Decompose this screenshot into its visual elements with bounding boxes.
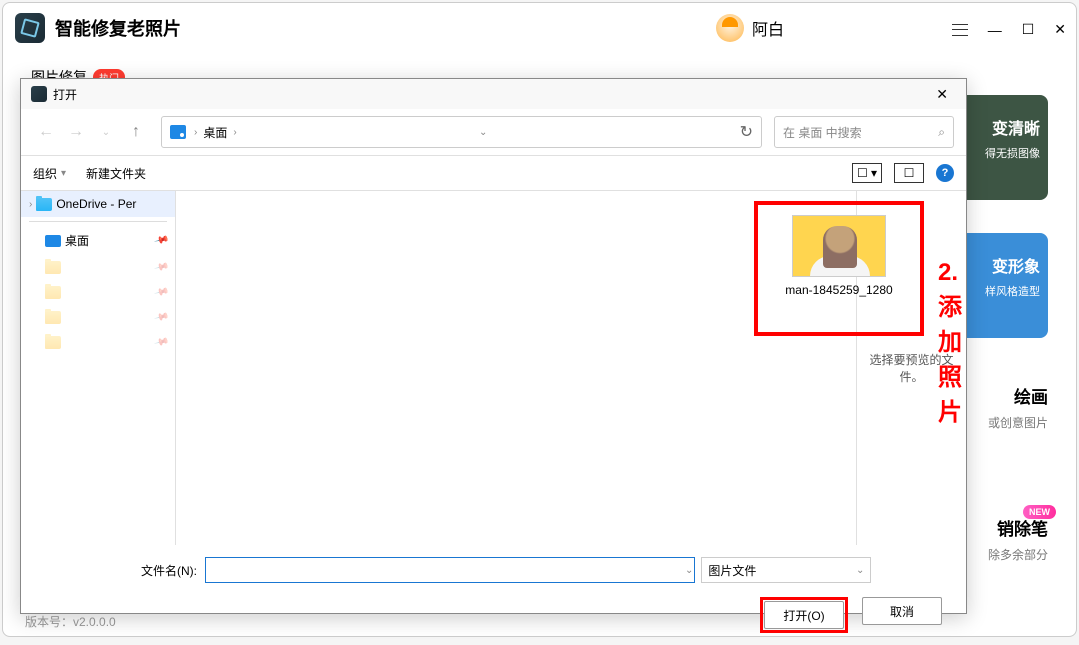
folder-icon bbox=[36, 198, 52, 211]
avatar-icon bbox=[716, 14, 744, 42]
refresh-icon[interactable]: ↻ bbox=[740, 122, 753, 142]
folder-icon bbox=[45, 286, 61, 299]
new-folder-button[interactable]: 新建文件夹 bbox=[86, 165, 146, 182]
user-info[interactable]: 阿白 bbox=[716, 14, 784, 42]
user-name: 阿白 bbox=[752, 16, 784, 40]
card-paint[interactable]: 绘画 或创意图片 bbox=[958, 383, 1048, 431]
app-logo-icon bbox=[15, 13, 45, 43]
nav-forward-icon[interactable]: → bbox=[63, 119, 89, 145]
open-button[interactable]: 打开(O) bbox=[764, 601, 844, 629]
annotation-box-2: 打开(O) bbox=[760, 597, 848, 633]
pin-icon: 📌 bbox=[153, 285, 169, 301]
folder-icon bbox=[45, 311, 61, 324]
filename-input[interactable] bbox=[205, 557, 695, 583]
tree-item[interactable]: 📌 bbox=[21, 255, 175, 280]
dialog-nav: ← → ⌄ ↑ › 桌面 › ⌄ ↻ 在 桌面 中搜索 ⌕ bbox=[21, 109, 966, 155]
help-icon[interactable]: ? bbox=[936, 164, 954, 182]
search-icon: ⌕ bbox=[938, 125, 945, 140]
breadcrumb: › 桌面 › bbox=[194, 124, 237, 141]
cancel-button[interactable]: 取消 bbox=[862, 597, 942, 625]
pin-icon: 📌 bbox=[153, 335, 169, 351]
dialog-icon bbox=[31, 86, 47, 102]
chevron-right-icon: › bbox=[29, 199, 32, 210]
menu-icon[interactable] bbox=[952, 24, 968, 36]
filename-label: 文件名(N): bbox=[141, 562, 197, 579]
organize-button[interactable]: 组织 ▾ bbox=[33, 165, 66, 182]
tree-item[interactable]: 📌 bbox=[21, 280, 175, 305]
maximize-icon[interactable]: ☐ bbox=[1022, 21, 1035, 38]
view-mode-button[interactable]: ☐ ▾ bbox=[852, 163, 882, 183]
dialog-titlebar: 打开 ✕ bbox=[21, 79, 966, 109]
chevron-down-icon: ⌄ bbox=[856, 565, 864, 576]
folder-icon bbox=[45, 336, 61, 349]
pin-icon: 📌 bbox=[153, 233, 169, 249]
chevron-right-icon: › bbox=[233, 127, 236, 138]
nav-recent-icon[interactable]: ⌄ bbox=[93, 119, 119, 145]
dialog-close-icon[interactable]: ✕ bbox=[928, 84, 956, 105]
breadcrumb-item[interactable]: 桌面 bbox=[203, 124, 227, 141]
desktop-icon bbox=[170, 125, 186, 139]
dialog-title: 打开 bbox=[53, 86, 77, 103]
nav-back-icon[interactable]: ← bbox=[33, 119, 59, 145]
pin-icon: 📌 bbox=[153, 260, 169, 276]
filetype-select[interactable]: 图片文件 ⌄ bbox=[701, 557, 871, 583]
preview-toggle-button[interactable]: ☐ bbox=[894, 163, 924, 183]
dialog-footer: 文件名(N): ⌄ 图片文件 ⌄ 打开(O) 取消 bbox=[21, 545, 966, 645]
desktop-icon bbox=[45, 235, 61, 247]
main-titlebar: 智能修复老照片 阿白 — ☐ ✕ bbox=[3, 3, 1076, 53]
tree-item-desktop[interactable]: 桌面 📌 bbox=[21, 226, 175, 255]
chevron-down-icon[interactable]: ⌄ bbox=[479, 127, 487, 138]
app-title: 智能修复老照片 bbox=[55, 15, 181, 41]
close-icon[interactable]: ✕ bbox=[1054, 21, 1066, 38]
file-open-dialog: 打开 ✕ ← → ⌄ ↑ › 桌面 › ⌄ ↻ 在 桌面 中搜索 ⌕ 组织 ▾ bbox=[20, 78, 967, 614]
tree-item[interactable]: 📌 bbox=[21, 330, 175, 355]
annotation-box bbox=[754, 201, 924, 336]
file-area[interactable]: man-1845259_1280 2.添加照片 bbox=[176, 191, 856, 545]
pin-icon: 📌 bbox=[153, 310, 169, 326]
dialog-toolbar: 组织 ▾ 新建文件夹 ☐ ▾ ☐ ? bbox=[21, 155, 966, 191]
address-bar[interactable]: › 桌面 › ⌄ ↻ bbox=[161, 116, 762, 148]
folder-icon bbox=[45, 261, 61, 274]
card-clarity[interactable]: 变清晰 得无损图像 bbox=[958, 95, 1048, 200]
tree-item-onedrive[interactable]: › OneDrive - Per bbox=[21, 191, 175, 217]
tree-item[interactable]: 📌 bbox=[21, 305, 175, 330]
card-transform[interactable]: 变形象 样风格造型 bbox=[958, 233, 1048, 338]
nav-up-icon[interactable]: ↑ bbox=[123, 119, 149, 145]
search-input[interactable]: 在 桌面 中搜索 ⌕ bbox=[774, 116, 954, 148]
chevron-right-icon: › bbox=[194, 127, 197, 138]
annotation-text: 2.添加照片 bbox=[938, 259, 962, 427]
card-erase[interactable]: 销除笔 除多余部分 bbox=[958, 515, 1048, 563]
dialog-body: › OneDrive - Per 桌面 📌 📌 📌 📌 bbox=[21, 191, 966, 545]
tree-panel: › OneDrive - Per 桌面 📌 📌 📌 📌 bbox=[21, 191, 176, 545]
chevron-down-icon: ▾ bbox=[61, 168, 66, 179]
minimize-icon[interactable]: — bbox=[988, 22, 1002, 38]
